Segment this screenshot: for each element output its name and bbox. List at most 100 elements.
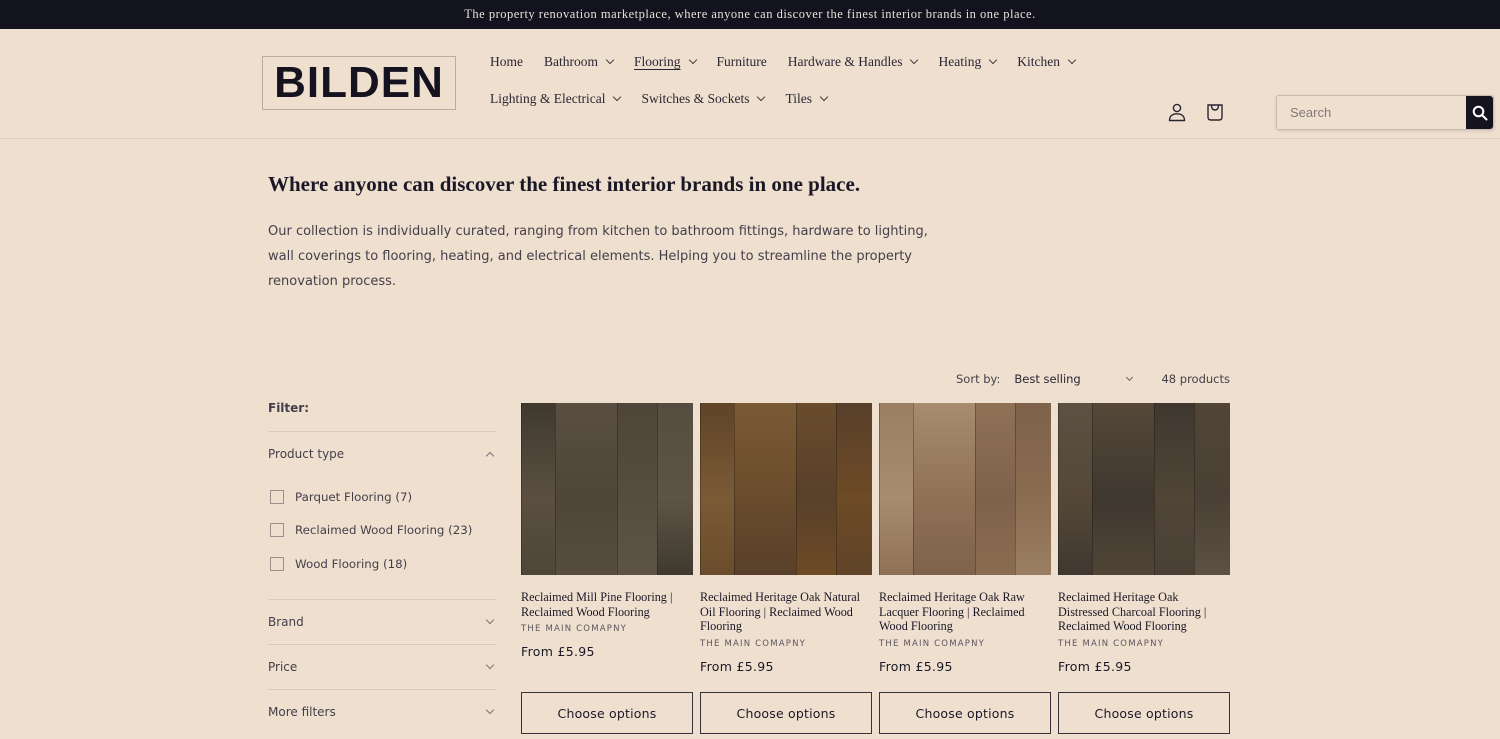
nav-item-bathroom[interactable]: Bathroom [544,51,615,73]
user-icon[interactable] [1166,101,1188,123]
product-count: 48 products [1161,372,1230,386]
chevron-down-icon [613,92,622,102]
filter-option[interactable]: Parquet Flooring (7) [270,480,496,514]
nav-item-label: Home [490,54,523,69]
product-vendor: THE MAIN COMAPNY [879,639,986,650]
checkbox[interactable] [270,556,284,571]
chevron-down-icon [605,55,615,65]
site-header: BILDEN Home Bathroom Flooring Furniture Hard… [0,29,1500,139]
wood-plank [975,403,1015,575]
page-title: Where anyone can discover the finest int… [268,172,861,196]
product-title[interactable]: Reclaimed Heritage Oak Natural Oil Floor… [700,590,872,634]
announcement-text: The property renovation marketplace, whe… [464,7,1036,21]
filter-option[interactable]: Reclaimed Wood Flooring (23) [270,514,496,548]
wood-plank [836,403,872,575]
choose-options-button[interactable]: Choose options [1058,692,1230,734]
filter-group-label: Price [268,659,298,674]
nav-item-label: Kitchen [1017,54,1060,69]
choose-options-button[interactable]: Choose options [521,692,693,734]
product-price: From £5.95 [521,644,595,660]
product-title[interactable]: Reclaimed Mill Pine Flooring | Reclaimed… [521,590,693,619]
product-card: Reclaimed Heritage Oak Distressed Charco… [1058,403,1230,734]
shopping-bag-icon[interactable] [1204,101,1226,123]
filter-group-label: Product type [268,447,345,461]
wood-plank [1154,403,1194,575]
search-button[interactable] [1466,96,1493,129]
product-type-options: Parquet Flooring (7) Reclaimed Wood Floor… [268,476,496,599]
nav-item-lighting-electrical[interactable]: Lighting & Electrical [490,88,622,110]
product-image[interactable] [521,403,693,575]
wood-plank [1092,403,1154,575]
choose-options-button[interactable]: Choose options [879,692,1051,734]
checkbox[interactable] [270,523,284,538]
nav-item-label: Switches & Sockets [641,91,750,106]
sort-bar: Sort by: Best selling 48 products [956,372,1230,386]
filter-more-filters-toggle[interactable]: More filters [268,688,496,734]
nav-item-label: Flooring [634,54,681,69]
chevron-down-icon [1067,55,1077,65]
product-card: Reclaimed Heritage Oak Natural Oil Floor… [700,403,872,734]
filter-option-label: Parquet Flooring (7) [295,489,413,504]
filter-group-label: More filters [268,704,336,719]
wood-plank [734,403,796,575]
nav-item-label: Lighting & Electrical [490,91,606,106]
product-vendor: THE MAIN COMAPNY [1058,639,1165,650]
nav-item-label: Bathroom [544,54,598,69]
choose-options-button[interactable]: Choose options [700,692,872,734]
filter-option-label: Wood Flooring (18) [295,556,408,571]
logo[interactable]: BILDEN [262,56,456,110]
product-grid: Reclaimed Mill Pine Flooring | Reclaimed… [521,403,1230,734]
chevron-down-icon [819,92,829,102]
filter-group-label: Brand [268,614,304,629]
filter-product-type-toggle[interactable]: Product type [268,431,496,476]
wood-plank [700,403,734,575]
filter-brand-toggle[interactable]: Brand [268,598,496,644]
chevron-down-icon [485,615,495,624]
filter-price-toggle[interactable]: Price [268,643,496,689]
wood-plank [521,403,555,575]
chevron-down-icon [757,92,766,102]
sort-selected-value: Best selling [1014,372,1081,386]
chevron-down-icon [485,660,495,669]
nav-item-kitchen[interactable]: Kitchen [1017,51,1077,73]
product-image[interactable] [700,403,872,575]
nav-item-label: Furniture [716,54,767,69]
chevron-down-icon [485,705,495,714]
search-icon [1472,105,1487,120]
filter-heading: Filter: [268,401,310,415]
filter-option[interactable]: Wood Flooring (18) [270,547,496,581]
nav-item-heating[interactable]: Heating [938,51,998,73]
product-title[interactable]: Reclaimed Heritage Oak Distressed Charco… [1058,590,1230,634]
wood-plank [879,403,913,575]
product-image[interactable] [1058,403,1230,575]
product-vendor: THE MAIN COMAPNY [700,639,807,650]
wood-plank [657,403,693,575]
product-vendor: THE MAIN COMAPNY [521,624,628,635]
wood-plank [1194,403,1230,575]
nav-item-switches-sockets[interactable]: Switches & Sockets [641,88,766,110]
nav-item-furniture[interactable]: Furniture [717,51,767,73]
sort-label: Sort by: [956,372,1001,386]
nav-item-label: Hardware & Handles [787,54,903,69]
checkbox[interactable] [270,489,284,504]
main-nav: Home Bathroom Flooring Furniture Hardware & … [490,51,1130,110]
product-price: From £5.95 [879,659,953,675]
wood-plank [1015,403,1051,575]
nav-item-hardware-handles[interactable]: Hardware & Handles [787,51,919,73]
sort-select[interactable]: Best selling [1014,372,1134,386]
wood-plank [617,403,657,575]
search-input[interactable] [1277,96,1466,129]
product-card: Reclaimed Heritage Oak Raw Lacquer Floor… [879,403,1051,734]
nav-item-home[interactable]: Home [490,51,523,73]
product-title[interactable]: Reclaimed Heritage Oak Raw Lacquer Floor… [879,590,1051,634]
product-price: From £5.95 [1058,659,1132,675]
nav-item-flooring[interactable]: Flooring [634,51,697,73]
nav-item-tiles[interactable]: Tiles [785,88,829,110]
search-box [1276,95,1494,130]
wood-plank [796,403,836,575]
wood-plank [913,403,975,575]
product-image[interactable] [879,403,1051,575]
page-description: Our collection is individually curated, … [268,224,928,289]
chevron-down-icon [988,55,998,65]
chevron-down-icon [1126,373,1134,381]
